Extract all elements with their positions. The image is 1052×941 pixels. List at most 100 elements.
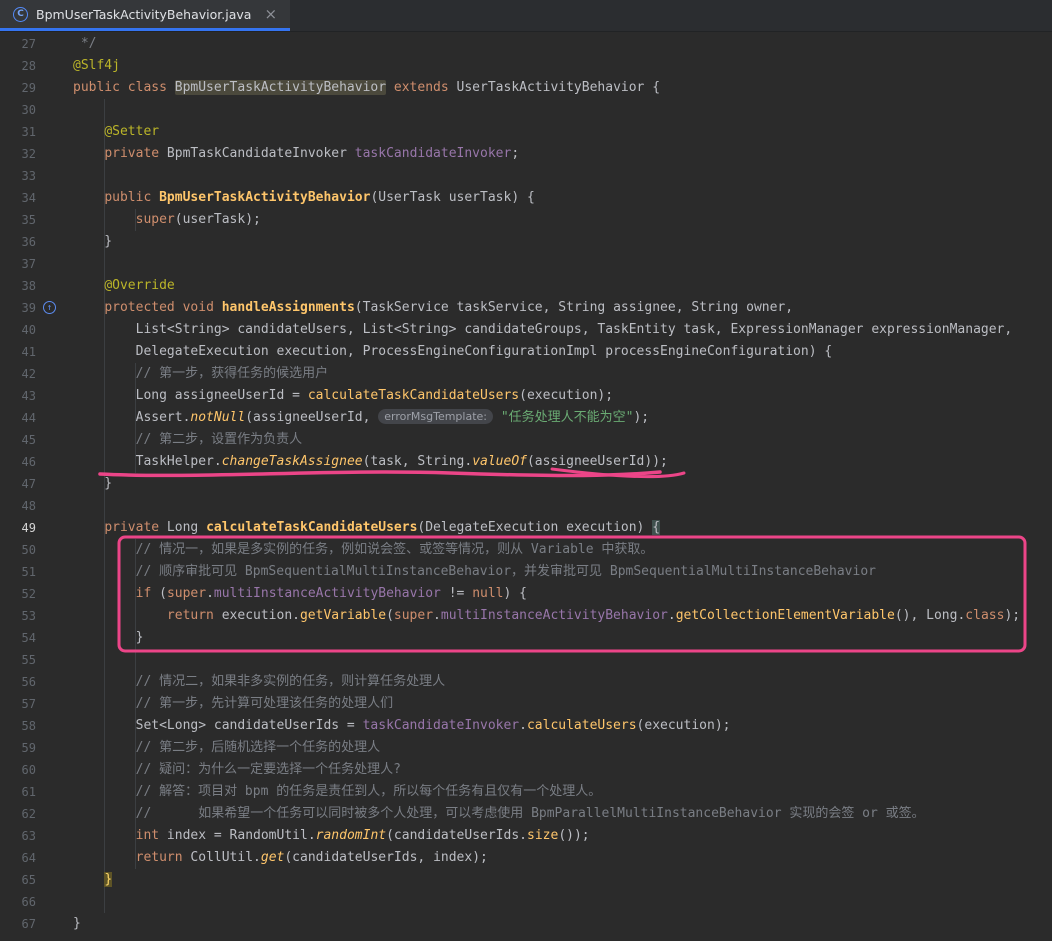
line-number[interactable]: 61 — [0, 781, 73, 803]
line-number[interactable]: 55 — [0, 649, 73, 671]
line-number[interactable]: 43 — [0, 385, 73, 407]
code-line-37[interactable]: 37 — [0, 253, 1052, 275]
line-number[interactable]: 33 — [0, 165, 73, 187]
override-method-icon[interactable]: ↑ — [43, 301, 56, 314]
line-number[interactable]: 63 — [0, 825, 73, 847]
code-token: ); — [1004, 608, 1020, 623]
line-number[interactable]: 54 — [0, 627, 73, 649]
code-token — [386, 80, 394, 95]
code-line-56[interactable]: 56 // 情况二，如果非多实例的任务，则计算任务处理人 — [0, 671, 1052, 693]
code-line-64[interactable]: 64 return CollUtil.get(candidateUserIds,… — [0, 847, 1052, 869]
code-token — [73, 586, 136, 601]
code-line-49[interactable]: 49 private Long calculateTaskCandidateUs… — [0, 517, 1052, 539]
code-token: // 第二步，后随机选择一个任务的处理人 — [136, 740, 380, 755]
code-line-51[interactable]: 51 // 顺序审批可见 BpmSequentialMultiInstanceB… — [0, 561, 1052, 583]
line-number[interactable]: 41 — [0, 341, 73, 363]
code-line-54[interactable]: 54 } — [0, 627, 1052, 649]
line-number[interactable]: 67 — [0, 913, 73, 935]
code-line-41[interactable]: 41 DelegateExecution execution, ProcessE… — [0, 341, 1052, 363]
line-number[interactable]: 45 — [0, 429, 73, 451]
code-token — [73, 762, 136, 777]
code-line-55[interactable]: 55 — [0, 649, 1052, 671]
code-line-31[interactable]: 31 @Setter — [0, 121, 1052, 143]
code-line-39[interactable]: 39↑ protected void handleAssignments(Tas… — [0, 297, 1052, 319]
code-line-36[interactable]: 36 } — [0, 231, 1052, 253]
code-line-52[interactable]: 52 if (super.multiInstanceActivityBehavi… — [0, 583, 1052, 605]
code-line-32[interactable]: 32 private BpmTaskCandidateInvoker taskC… — [0, 143, 1052, 165]
line-number[interactable]: 57 — [0, 693, 73, 715]
code-token: return — [167, 608, 214, 623]
line-number[interactable]: 35 — [0, 209, 73, 231]
code-token — [73, 212, 136, 227]
code-line-33[interactable]: 33 — [0, 165, 1052, 187]
line-number[interactable]: 46 — [0, 451, 73, 473]
code-text: // 第二步，后随机选择一个任务的处理人 — [73, 737, 380, 759]
line-number[interactable]: 34 — [0, 187, 73, 209]
code-line-29[interactable]: 29public class BpmUserTaskActivityBehavi… — [0, 77, 1052, 99]
line-number[interactable]: 64 — [0, 847, 73, 869]
code-line-62[interactable]: 62 // 如果希望一个任务可以同时被多个人处理，可以考虑使用 BpmParal… — [0, 803, 1052, 825]
line-number[interactable]: 37 — [0, 253, 73, 275]
line-number[interactable]: 38 — [0, 275, 73, 297]
line-number[interactable]: 32 — [0, 143, 73, 165]
line-number[interactable]: 50 — [0, 539, 73, 561]
line-number[interactable]: 48 — [0, 495, 73, 517]
code-line-60[interactable]: 60 // 疑问：为什么一定要选择一个任务处理人? — [0, 759, 1052, 781]
code-line-66[interactable]: 66 — [0, 891, 1052, 913]
line-number[interactable]: 49 — [0, 517, 73, 539]
code-line-45[interactable]: 45 // 第二步，设置作为负责人 — [0, 429, 1052, 451]
code-line-40[interactable]: 40 List<String> candidateUsers, List<Str… — [0, 319, 1052, 341]
line-number[interactable]: 53 — [0, 605, 73, 627]
code-line-58[interactable]: 58 Set<Long> candidateUserIds = taskCand… — [0, 715, 1052, 737]
line-number[interactable]: 47 — [0, 473, 73, 495]
code-line-35[interactable]: 35 super(userTask); — [0, 209, 1052, 231]
code-token: super — [167, 586, 206, 601]
line-number[interactable]: 42 — [0, 363, 73, 385]
line-number[interactable]: 51 — [0, 561, 73, 583]
code-token: List<String> candidateUsers, List<String… — [73, 322, 1012, 337]
line-number[interactable]: 44 — [0, 407, 73, 429]
code-text: // 第一步，获得任务的候选用户 — [73, 363, 328, 385]
line-number[interactable]: 58 — [0, 715, 73, 737]
code-line-59[interactable]: 59 // 第二步，后随机选择一个任务的处理人 — [0, 737, 1052, 759]
line-number[interactable]: 56 — [0, 671, 73, 693]
code-line-48[interactable]: 48 — [0, 495, 1052, 517]
line-number[interactable]: 29 — [0, 77, 73, 99]
line-number[interactable]: 59 — [0, 737, 73, 759]
line-number[interactable]: 39 — [0, 297, 73, 319]
line-number[interactable]: 30 — [0, 99, 73, 121]
line-number[interactable]: 66 — [0, 891, 73, 913]
line-number[interactable]: 62 — [0, 803, 73, 825]
line-number[interactable]: 28 — [0, 55, 73, 77]
code-line-65[interactable]: 65 } — [0, 869, 1052, 891]
code-line-28[interactable]: 28@Slf4j — [0, 55, 1052, 77]
code-line-61[interactable]: 61 // 解答：项目对 bpm 的任务是责任到人，所以每个任务有且仅有一个处理… — [0, 781, 1052, 803]
code-line-46[interactable]: 46 TaskHelper.changeTaskAssignee(task, S… — [0, 451, 1052, 473]
line-number[interactable]: 40 — [0, 319, 73, 341]
code-line-47[interactable]: 47 } — [0, 473, 1052, 495]
code-line-57[interactable]: 57 // 第一步，先计算可处理该任务的处理人们 — [0, 693, 1052, 715]
tab-close-icon[interactable]: × — [264, 7, 277, 22]
line-number[interactable]: 27 — [0, 33, 73, 55]
line-number[interactable]: 36 — [0, 231, 73, 253]
line-number[interactable]: 52 — [0, 583, 73, 605]
code-text: // 第二步，设置作为负责人 — [73, 429, 302, 451]
code-line-43[interactable]: 43 Long assigneeUserId = calculateTaskCa… — [0, 385, 1052, 407]
code-line-34[interactable]: 34 public BpmUserTaskActivityBehavior(Us… — [0, 187, 1052, 209]
code-line-67[interactable]: 67} — [0, 913, 1052, 935]
tab-bpm-user-task-activity-behavior[interactable]: C BpmUserTaskActivityBehavior.java × — [0, 0, 290, 31]
code-line-44[interactable]: 44 Assert.notNull(assigneeUserId, errorM… — [0, 407, 1052, 429]
code-line-42[interactable]: 42 // 第一步，获得任务的候选用户 — [0, 363, 1052, 385]
code-line-30[interactable]: 30 — [0, 99, 1052, 121]
line-number[interactable]: 31 — [0, 121, 73, 143]
line-number[interactable]: 65 — [0, 869, 73, 891]
code-line-50[interactable]: 50 // 情况一，如果是多实例的任务，例如说会签、或签等情况，则从 Varia… — [0, 539, 1052, 561]
code-token: valueOf — [472, 454, 527, 469]
code-line-63[interactable]: 63 int index = RandomUtil.randomInt(cand… — [0, 825, 1052, 847]
code-text: super(userTask); — [73, 209, 261, 231]
editor-tab-bar: C BpmUserTaskActivityBehavior.java × — [0, 0, 1052, 32]
line-number[interactable]: 60 — [0, 759, 73, 781]
code-line-38[interactable]: 38 @Override — [0, 275, 1052, 297]
code-line-53[interactable]: 53 return execution.getVariable(super.mu… — [0, 605, 1052, 627]
code-line-27[interactable]: 27 */ — [0, 33, 1052, 55]
